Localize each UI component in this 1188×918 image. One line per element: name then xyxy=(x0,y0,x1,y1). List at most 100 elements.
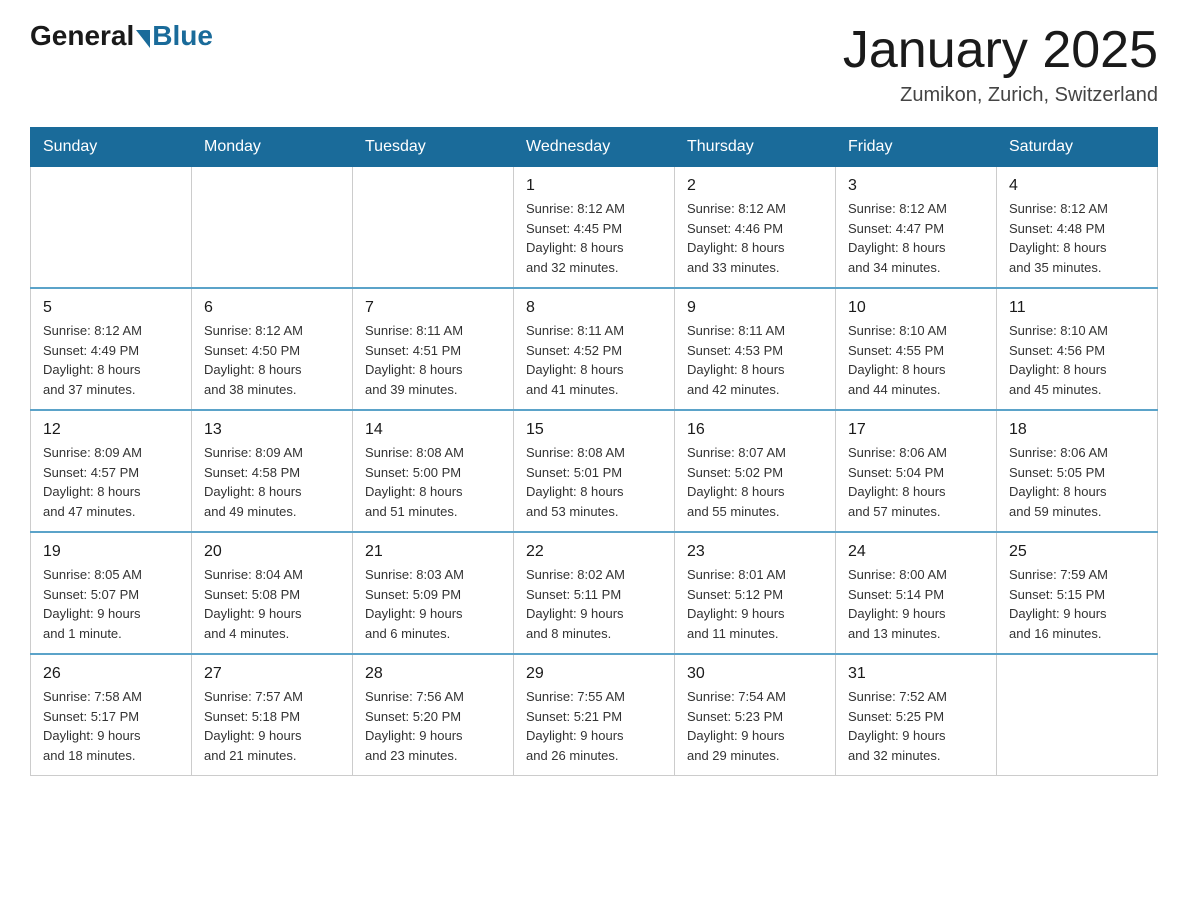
day-info: Sunrise: 8:06 AM Sunset: 5:04 PM Dayligh… xyxy=(848,443,984,521)
day-number: 29 xyxy=(526,665,662,683)
day-number: 13 xyxy=(204,421,340,439)
day-number: 23 xyxy=(687,543,823,561)
day-number: 6 xyxy=(204,299,340,317)
calendar-cell xyxy=(192,167,353,289)
title-block: January 2025 Zumikon, Zurich, Switzerlan… xyxy=(843,20,1158,107)
day-number: 10 xyxy=(848,299,984,317)
day-number: 18 xyxy=(1009,421,1145,439)
logo-blue-text: Blue xyxy=(152,20,213,52)
calendar-cell: 18 Sunrise: 8:06 AM Sunset: 5:05 PM Dayli… xyxy=(997,410,1158,532)
calendar-cell: 13 Sunrise: 8:09 AM Sunset: 4:58 PM Dayli… xyxy=(192,410,353,532)
calendar-week-row: 19 Sunrise: 8:05 AM Sunset: 5:07 PM Dayli… xyxy=(31,532,1158,654)
day-of-week-header: Monday xyxy=(192,128,353,167)
day-info: Sunrise: 8:03 AM Sunset: 5:09 PM Dayligh… xyxy=(365,565,501,643)
calendar-cell: 20 Sunrise: 8:04 AM Sunset: 5:08 PM Dayli… xyxy=(192,532,353,654)
day-number: 24 xyxy=(848,543,984,561)
day-info: Sunrise: 8:12 AM Sunset: 4:48 PM Dayligh… xyxy=(1009,199,1145,277)
day-of-week-header: Saturday xyxy=(997,128,1158,167)
day-number: 27 xyxy=(204,665,340,683)
calendar-table: SundayMondayTuesdayWednesdayThursdayFrid… xyxy=(30,127,1158,776)
day-of-week-header: Wednesday xyxy=(514,128,675,167)
day-info: Sunrise: 7:52 AM Sunset: 5:25 PM Dayligh… xyxy=(848,687,984,765)
day-of-week-header: Friday xyxy=(836,128,997,167)
calendar-cell: 5 Sunrise: 8:12 AM Sunset: 4:49 PM Daylig… xyxy=(31,288,192,410)
day-info: Sunrise: 8:08 AM Sunset: 5:01 PM Dayligh… xyxy=(526,443,662,521)
calendar-body: 1 Sunrise: 8:12 AM Sunset: 4:45 PM Daylig… xyxy=(31,167,1158,776)
calendar-cell: 10 Sunrise: 8:10 AM Sunset: 4:55 PM Dayli… xyxy=(836,288,997,410)
calendar-cell: 14Sunrise: 8:08 AM Sunset: 5:00 PM Dayli… xyxy=(353,410,514,532)
day-info: Sunrise: 7:54 AM Sunset: 5:23 PM Dayligh… xyxy=(687,687,823,765)
calendar-cell: 22 Sunrise: 8:02 AM Sunset: 5:11 PM Dayli… xyxy=(514,532,675,654)
day-info: Sunrise: 8:12 AM Sunset: 4:46 PM Dayligh… xyxy=(687,199,823,277)
calendar-cell: 2Sunrise: 8:12 AM Sunset: 4:46 PM Daylig… xyxy=(675,167,836,289)
calendar-cell: 4Sunrise: 8:12 AM Sunset: 4:48 PM Daylig… xyxy=(997,167,1158,289)
day-number: 14 xyxy=(365,421,501,439)
day-number: 16 xyxy=(687,421,823,439)
day-number: 11 xyxy=(1009,299,1145,317)
page-header: General Blue January 2025 Zumikon, Zuric… xyxy=(30,20,1158,107)
logo-arrow-icon xyxy=(136,30,150,48)
day-info: Sunrise: 8:12 AM Sunset: 4:50 PM Dayligh… xyxy=(204,321,340,399)
day-number: 7 xyxy=(365,299,501,317)
calendar-cell: 19 Sunrise: 8:05 AM Sunset: 5:07 PM Dayli… xyxy=(31,532,192,654)
day-number: 8 xyxy=(526,299,662,317)
calendar-cell: 15 Sunrise: 8:08 AM Sunset: 5:01 PM Dayli… xyxy=(514,410,675,532)
calendar-cell: 21 Sunrise: 8:03 AM Sunset: 5:09 PM Dayli… xyxy=(353,532,514,654)
calendar-cell: 17 Sunrise: 8:06 AM Sunset: 5:04 PM Dayli… xyxy=(836,410,997,532)
day-info: Sunrise: 8:05 AM Sunset: 5:07 PM Dayligh… xyxy=(43,565,179,643)
calendar-cell: 24 Sunrise: 8:00 AM Sunset: 5:14 PM Dayli… xyxy=(836,532,997,654)
calendar-cell: 26Sunrise: 7:58 AM Sunset: 5:17 PM Dayli… xyxy=(31,654,192,776)
calendar-week-row: 5 Sunrise: 8:12 AM Sunset: 4:49 PM Daylig… xyxy=(31,288,1158,410)
day-info: Sunrise: 7:58 AM Sunset: 5:17 PM Dayligh… xyxy=(43,687,179,765)
day-info: Sunrise: 8:12 AM Sunset: 4:45 PM Dayligh… xyxy=(526,199,662,277)
calendar-cell xyxy=(997,654,1158,776)
calendar-cell: 25 Sunrise: 7:59 AM Sunset: 5:15 PM Dayli… xyxy=(997,532,1158,654)
day-info: Sunrise: 8:12 AM Sunset: 4:49 PM Dayligh… xyxy=(43,321,179,399)
day-info: Sunrise: 8:07 AM Sunset: 5:02 PM Dayligh… xyxy=(687,443,823,521)
day-info: Sunrise: 8:06 AM Sunset: 5:05 PM Dayligh… xyxy=(1009,443,1145,521)
day-info: Sunrise: 8:12 AM Sunset: 4:47 PM Dayligh… xyxy=(848,199,984,277)
day-number: 25 xyxy=(1009,543,1145,561)
day-info: Sunrise: 8:11 AM Sunset: 4:53 PM Dayligh… xyxy=(687,321,823,399)
day-number: 20 xyxy=(204,543,340,561)
day-of-week-header: Tuesday xyxy=(353,128,514,167)
day-info: Sunrise: 8:02 AM Sunset: 5:11 PM Dayligh… xyxy=(526,565,662,643)
day-info: Sunrise: 8:09 AM Sunset: 4:57 PM Dayligh… xyxy=(43,443,179,521)
day-of-week-header: Thursday xyxy=(675,128,836,167)
day-number: 21 xyxy=(365,543,501,561)
calendar-cell: 23Sunrise: 8:01 AM Sunset: 5:12 PM Dayli… xyxy=(675,532,836,654)
day-info: Sunrise: 8:00 AM Sunset: 5:14 PM Dayligh… xyxy=(848,565,984,643)
day-info: Sunrise: 7:57 AM Sunset: 5:18 PM Dayligh… xyxy=(204,687,340,765)
day-info: Sunrise: 8:11 AM Sunset: 4:51 PM Dayligh… xyxy=(365,321,501,399)
calendar-cell xyxy=(31,167,192,289)
day-info: Sunrise: 8:04 AM Sunset: 5:08 PM Dayligh… xyxy=(204,565,340,643)
day-number: 5 xyxy=(43,299,179,317)
day-info: Sunrise: 8:10 AM Sunset: 4:55 PM Dayligh… xyxy=(848,321,984,399)
calendar-cell: 12 Sunrise: 8:09 AM Sunset: 4:57 PM Dayli… xyxy=(31,410,192,532)
day-number: 17 xyxy=(848,421,984,439)
day-number: 31 xyxy=(848,665,984,683)
calendar-cell: 9Sunrise: 8:11 AM Sunset: 4:53 PM Daylig… xyxy=(675,288,836,410)
calendar-cell: 30Sunrise: 7:54 AM Sunset: 5:23 PM Dayli… xyxy=(675,654,836,776)
location-subtitle: Zumikon, Zurich, Switzerland xyxy=(843,84,1158,107)
day-number: 19 xyxy=(43,543,179,561)
day-number: 28 xyxy=(365,665,501,683)
day-info: Sunrise: 8:09 AM Sunset: 4:58 PM Dayligh… xyxy=(204,443,340,521)
calendar-cell: 8Sunrise: 8:11 AM Sunset: 4:52 PM Daylig… xyxy=(514,288,675,410)
calendar-week-row: 26Sunrise: 7:58 AM Sunset: 5:17 PM Dayli… xyxy=(31,654,1158,776)
day-number: 12 xyxy=(43,421,179,439)
day-number: 15 xyxy=(526,421,662,439)
calendar-cell: 27 Sunrise: 7:57 AM Sunset: 5:18 PM Dayli… xyxy=(192,654,353,776)
day-info: Sunrise: 7:59 AM Sunset: 5:15 PM Dayligh… xyxy=(1009,565,1145,643)
calendar-week-row: 1 Sunrise: 8:12 AM Sunset: 4:45 PM Daylig… xyxy=(31,167,1158,289)
calendar-cell: 29 Sunrise: 7:55 AM Sunset: 5:21 PM Dayli… xyxy=(514,654,675,776)
calendar-week-row: 12 Sunrise: 8:09 AM Sunset: 4:57 PM Dayli… xyxy=(31,410,1158,532)
calendar-cell: 6 Sunrise: 8:12 AM Sunset: 4:50 PM Daylig… xyxy=(192,288,353,410)
calendar-cell: 7 Sunrise: 8:11 AM Sunset: 4:51 PM Daylig… xyxy=(353,288,514,410)
calendar-cell: 28Sunrise: 7:56 AM Sunset: 5:20 PM Dayli… xyxy=(353,654,514,776)
day-number: 1 xyxy=(526,177,662,195)
days-of-week-row: SundayMondayTuesdayWednesdayThursdayFrid… xyxy=(31,128,1158,167)
day-info: Sunrise: 7:55 AM Sunset: 5:21 PM Dayligh… xyxy=(526,687,662,765)
calendar-cell: 1 Sunrise: 8:12 AM Sunset: 4:45 PM Daylig… xyxy=(514,167,675,289)
day-number: 22 xyxy=(526,543,662,561)
